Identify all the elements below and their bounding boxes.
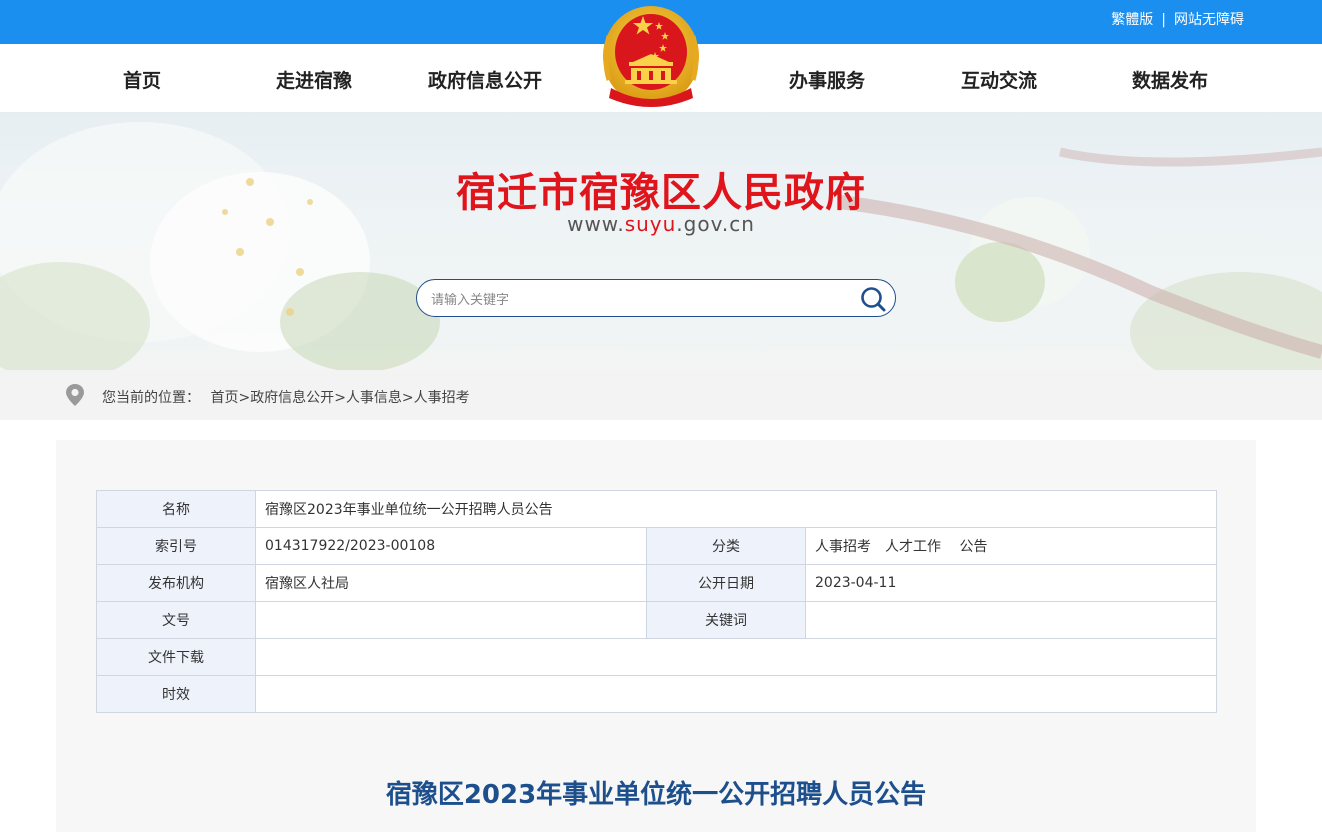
meta-docno-label: 文号 — [96, 601, 256, 639]
breadcrumb-home[interactable]: 首页 — [210, 390, 238, 406]
meta-docno-value — [255, 601, 647, 639]
nav-item-home[interactable]: 首页 — [72, 66, 212, 93]
nav-item-services[interactable]: 办事服务 — [757, 66, 897, 93]
site-url-prefix: www. — [567, 212, 625, 236]
meta-validity-label: 时效 — [96, 675, 256, 713]
search-input[interactable] — [431, 289, 851, 309]
site-url-suffix: .gov.cn — [676, 212, 755, 236]
traditional-chinese-link[interactable]: 繁體版 — [1111, 12, 1153, 28]
meta-publisher-value: 宿豫区人社局 — [255, 564, 647, 602]
site-title: 宿迁市宿豫区人民政府 — [456, 170, 866, 216]
breadcrumb-recruitment[interactable]: 人事招考 — [414, 390, 470, 406]
meta-name-value: 宿豫区2023年事业单位统一公开招聘人员公告 — [255, 490, 1217, 528]
location-pin-icon — [66, 384, 84, 406]
table-row: 时效 — [96, 675, 1217, 713]
meta-download-value — [255, 638, 1217, 676]
hero-banner: 宿迁市宿豫区人民政府 www.suyu.gov.cn — [0, 112, 1322, 370]
nav-item-about[interactable]: 走进宿豫 — [244, 66, 384, 93]
nav-item-data[interactable]: 数据发布 — [1100, 66, 1240, 93]
banner-background-image — [0, 112, 1322, 370]
breadcrumb-separator: > — [334, 390, 346, 406]
table-row: 发布机构 宿豫区人社局 公开日期 2023-04-11 — [96, 564, 1217, 602]
emblem-icon — [603, 6, 699, 107]
meta-keywords-label: 关键词 — [646, 601, 806, 639]
meta-name-label: 名称 — [96, 490, 256, 528]
site-url-domain: suyu — [624, 212, 677, 236]
national-emblem[interactable] — [581, 0, 721, 114]
search-icon[interactable] — [859, 285, 887, 313]
search-box — [416, 279, 896, 317]
table-row: 文件下载 — [96, 638, 1217, 676]
breadcrumb-separator: > — [401, 390, 414, 406]
content-panel: 名称 宿豫区2023年事业单位统一公开招聘人员公告 索引号 014317922/… — [56, 440, 1256, 832]
meta-category-value: 人事招考 人才工作 公告 — [805, 527, 1217, 565]
breadcrumb-bar: 您当前的位置： 首页>政府信息公开>人事信息>人事招考 — [0, 370, 1322, 420]
meta-date-label: 公开日期 — [646, 564, 806, 602]
table-row: 文号 关键词 — [96, 601, 1217, 639]
meta-keywords-value — [805, 601, 1217, 639]
breadcrumb-gov-info[interactable]: 政府信息公开 — [250, 390, 334, 406]
meta-index-label: 索引号 — [96, 527, 256, 565]
accessibility-link[interactable]: 网站无障碍 — [1174, 12, 1244, 28]
breadcrumb-separator: > — [238, 390, 251, 406]
table-row: 名称 宿豫区2023年事业单位统一公开招聘人员公告 — [96, 490, 1217, 528]
nav-item-interaction[interactable]: 互动交流 — [929, 66, 1069, 93]
meta-date-value: 2023-04-11 — [805, 564, 1217, 602]
article-title: 宿豫区2023年事业单位统一公开招聘人员公告 — [385, 780, 927, 810]
breadcrumb-personnel-info[interactable]: 人事信息 — [346, 390, 402, 406]
meta-category-label: 分类 — [646, 527, 806, 565]
document-meta-table: 名称 宿豫区2023年事业单位统一公开招聘人员公告 索引号 014317922/… — [96, 490, 1217, 713]
table-row: 索引号 014317922/2023-00108 分类 人事招考 人才工作 公告 — [96, 527, 1217, 565]
site-url: www.suyu.gov.cn — [0, 212, 1322, 236]
meta-index-value: 014317922/2023-00108 — [255, 527, 647, 565]
nav-item-gov-info[interactable]: 政府信息公开 — [415, 66, 555, 93]
breadcrumb: 您当前的位置： 首页>政府信息公开>人事信息>人事招考 — [102, 387, 470, 407]
top-links: 繁體版 | 网站无障碍 — [1111, 9, 1244, 29]
breadcrumb-label: 您当前的位置： — [102, 390, 200, 406]
meta-download-label: 文件下载 — [96, 638, 256, 676]
top-link-separator: | — [1161, 12, 1166, 28]
meta-publisher-label: 发布机构 — [96, 564, 256, 602]
meta-validity-value — [255, 675, 1217, 713]
